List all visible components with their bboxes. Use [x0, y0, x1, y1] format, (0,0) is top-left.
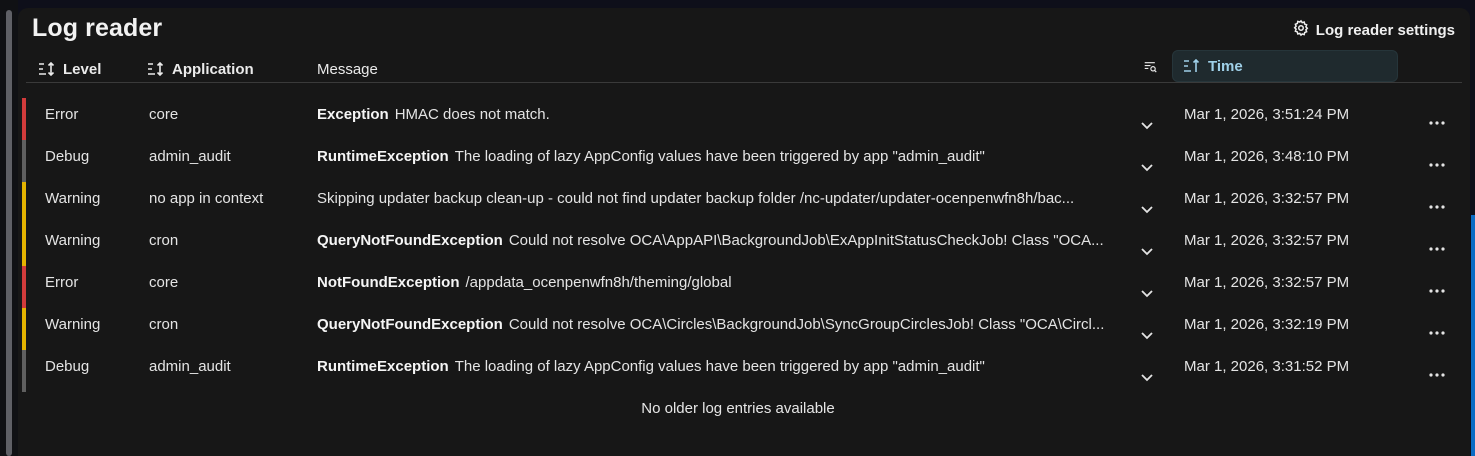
- application-cell: admin_audit: [149, 358, 231, 375]
- column-header-application[interactable]: Application: [147, 54, 254, 84]
- exception-name: RuntimeException: [317, 148, 449, 165]
- column-header-time[interactable]: Time: [1172, 50, 1398, 82]
- table-row[interactable]: Warning cron QueryNotFoundException Could…: [22, 224, 1462, 266]
- time-cell: Mar 1, 2026, 3:32:57 PM: [1184, 190, 1350, 207]
- table-row[interactable]: Error core Exception HMAC does not match.…: [22, 98, 1462, 140]
- column-label-application: Application: [172, 60, 254, 78]
- sort-icon: [148, 62, 164, 76]
- level-cell: Debug: [45, 148, 90, 165]
- chevron-down-icon[interactable]: [1138, 160, 1156, 174]
- table-row[interactable]: Debug admin_audit RuntimeException The lo…: [22, 350, 1462, 392]
- message-text: The loading of lazy AppConfig values hav…: [454, 148, 985, 165]
- application-cell: no app in context: [149, 190, 264, 207]
- more-actions-icon[interactable]: [1426, 370, 1448, 380]
- exception-name: QueryNotFoundException: [317, 232, 503, 249]
- table-row[interactable]: Error core NotFoundException/appdata_oce…: [22, 266, 1462, 308]
- time-cell: Mar 1, 2026, 3:32:57 PM: [1184, 232, 1350, 249]
- level-indicator: [22, 308, 26, 350]
- level-indicator: [22, 140, 26, 182]
- level-cell: Error: [45, 274, 79, 291]
- level-cell: Warning: [45, 232, 101, 249]
- level-cell: Error: [45, 106, 79, 123]
- page-title: Log reader: [32, 14, 163, 42]
- level-cell: Debug: [45, 358, 90, 375]
- time-cell: Mar 1, 2026, 3:32:19 PM: [1184, 316, 1350, 333]
- message-text: HMAC does not match.: [394, 106, 550, 123]
- time-cell: Mar 1, 2026, 3:31:52 PM: [1184, 358, 1350, 375]
- message-cell: QueryNotFoundException Could not resolve …: [317, 316, 1123, 333]
- message-text: Could not resolve OCA\Circles\Background…: [508, 316, 1105, 333]
- message-text: /appdata_ocenpenwfn8h/theming/global: [465, 274, 732, 291]
- message-cell: RuntimeException The loading of lazy AppC…: [317, 358, 1123, 375]
- header-divider: [26, 82, 1462, 83]
- table-row[interactable]: Debug admin_audit RuntimeException The lo…: [22, 140, 1462, 182]
- gear-icon: [1292, 19, 1310, 41]
- more-actions-icon[interactable]: [1426, 202, 1448, 212]
- level-indicator: [22, 182, 26, 224]
- sort-icon: [39, 62, 55, 76]
- log-table: Error core Exception HMAC does not match.…: [22, 98, 1462, 392]
- filter-button[interactable]: [1144, 57, 1164, 77]
- column-label-message: Message: [317, 60, 378, 78]
- time-cell: Mar 1, 2026, 3:32:57 PM: [1184, 274, 1350, 291]
- chevron-down-icon[interactable]: [1138, 328, 1156, 342]
- chevron-down-icon[interactable]: [1138, 202, 1156, 216]
- more-actions-icon[interactable]: [1426, 118, 1448, 128]
- search-filter-icon: [1144, 62, 1157, 73]
- chevron-down-icon[interactable]: [1138, 370, 1156, 384]
- chevron-down-icon[interactable]: [1138, 118, 1156, 132]
- application-cell: cron: [149, 316, 179, 333]
- exception-name: NotFoundException: [317, 274, 460, 291]
- scrollbar[interactable]: [6, 10, 12, 456]
- message-cell: Exception HMAC does not match.: [317, 106, 1123, 123]
- sort-icon: [1184, 59, 1200, 72]
- message-cell: Skipping updater backup clean-up - could…: [317, 190, 1123, 207]
- application-cell: core: [149, 106, 179, 123]
- more-actions-icon[interactable]: [1426, 244, 1448, 254]
- column-header-message: Message: [317, 54, 378, 84]
- log-reader-settings-button[interactable]: Log reader settings: [1292, 19, 1455, 41]
- level-indicator: [22, 98, 26, 140]
- level-cell: Warning: [45, 316, 101, 333]
- exception-name: RuntimeException: [317, 358, 449, 375]
- application-cell: core: [149, 274, 179, 291]
- settings-label: Log reader settings: [1315, 21, 1455, 39]
- window-edge: [1471, 215, 1475, 456]
- more-actions-icon[interactable]: [1426, 286, 1448, 296]
- exception-name: Exception: [317, 106, 389, 123]
- more-actions-icon[interactable]: [1426, 328, 1448, 338]
- level-indicator: [22, 224, 26, 266]
- message-cell: NotFoundException/appdata_ocenpenwfn8h/t…: [317, 274, 1123, 291]
- message-text: Skipping updater backup clean-up - could…: [317, 190, 1075, 207]
- level-indicator: [22, 266, 26, 308]
- column-label-time: Time: [1208, 57, 1243, 75]
- level-indicator: [22, 350, 26, 392]
- more-actions-icon[interactable]: [1426, 160, 1448, 170]
- message-text: Could not resolve OCA\AppAPI\BackgroundJ…: [508, 232, 1104, 249]
- chevron-down-icon[interactable]: [1138, 244, 1156, 258]
- table-row[interactable]: Warning no app in context Skipping updat…: [22, 182, 1462, 224]
- time-cell: Mar 1, 2026, 3:51:24 PM: [1184, 106, 1350, 123]
- application-cell: admin_audit: [149, 148, 231, 165]
- message-text: The loading of lazy AppConfig values hav…: [454, 358, 985, 375]
- no-more-entries-text: No older log entries available: [641, 400, 835, 417]
- application-cell: cron: [149, 232, 179, 249]
- log-reader-panel: Log reader Log reader settings Level App…: [18, 8, 1470, 456]
- column-header-level[interactable]: Level: [38, 54, 101, 84]
- column-label-level: Level: [63, 60, 102, 78]
- message-cell: RuntimeException The loading of lazy AppC…: [317, 148, 1123, 165]
- exception-name: QueryNotFoundException: [317, 316, 503, 333]
- left-rail: [0, 0, 18, 456]
- message-cell: QueryNotFoundException Could not resolve …: [317, 232, 1123, 249]
- time-cell: Mar 1, 2026, 3:48:10 PM: [1184, 148, 1350, 165]
- level-cell: Warning: [45, 190, 101, 207]
- chevron-down-icon[interactable]: [1138, 286, 1156, 300]
- table-row[interactable]: Warning cron QueryNotFoundException Could…: [22, 308, 1462, 350]
